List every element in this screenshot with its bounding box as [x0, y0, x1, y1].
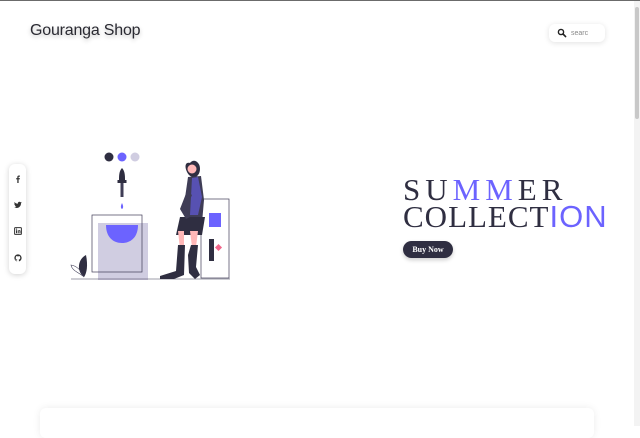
scrollbar[interactable] — [634, 1, 640, 426]
leaf — [78, 255, 88, 277]
twitter-icon — [13, 201, 22, 208]
search-icon — [557, 28, 567, 38]
twitter-link[interactable] — [9, 197, 26, 213]
title-accent: ION — [549, 199, 608, 234]
hero-title: SUMMER COLLECTION — [403, 174, 608, 232]
product-section-card — [40, 408, 594, 438]
github-link[interactable] — [9, 250, 26, 266]
buy-now-button[interactable]: Buy Now — [403, 241, 453, 258]
title-part: COLLECT — [403, 199, 550, 234]
dot-light — [130, 152, 140, 162]
brand-logo[interactable]: Gouranga Shop — [30, 22, 141, 40]
search-input[interactable] — [571, 29, 603, 37]
hero-title-line2: COLLECTION — [403, 201, 608, 232]
github-icon — [13, 254, 22, 262]
hero-illustration — [70, 152, 230, 280]
dropper-bulb — [119, 168, 125, 180]
linkedin-icon — [13, 227, 22, 235]
scrollbar-thumb[interactable] — [635, 7, 639, 119]
facebook-link[interactable] — [9, 171, 26, 187]
facebook-icon — [15, 175, 20, 183]
dot-purple — [117, 152, 127, 162]
window-top-border — [0, 0, 640, 1]
search-box[interactable] — [549, 24, 605, 42]
dot-dark — [104, 152, 114, 162]
boot-right — [188, 245, 200, 279]
right-panel — [200, 198, 230, 279]
boot-left — [160, 245, 185, 279]
social-sidebar — [9, 164, 26, 274]
linkedin-link[interactable] — [9, 223, 26, 239]
